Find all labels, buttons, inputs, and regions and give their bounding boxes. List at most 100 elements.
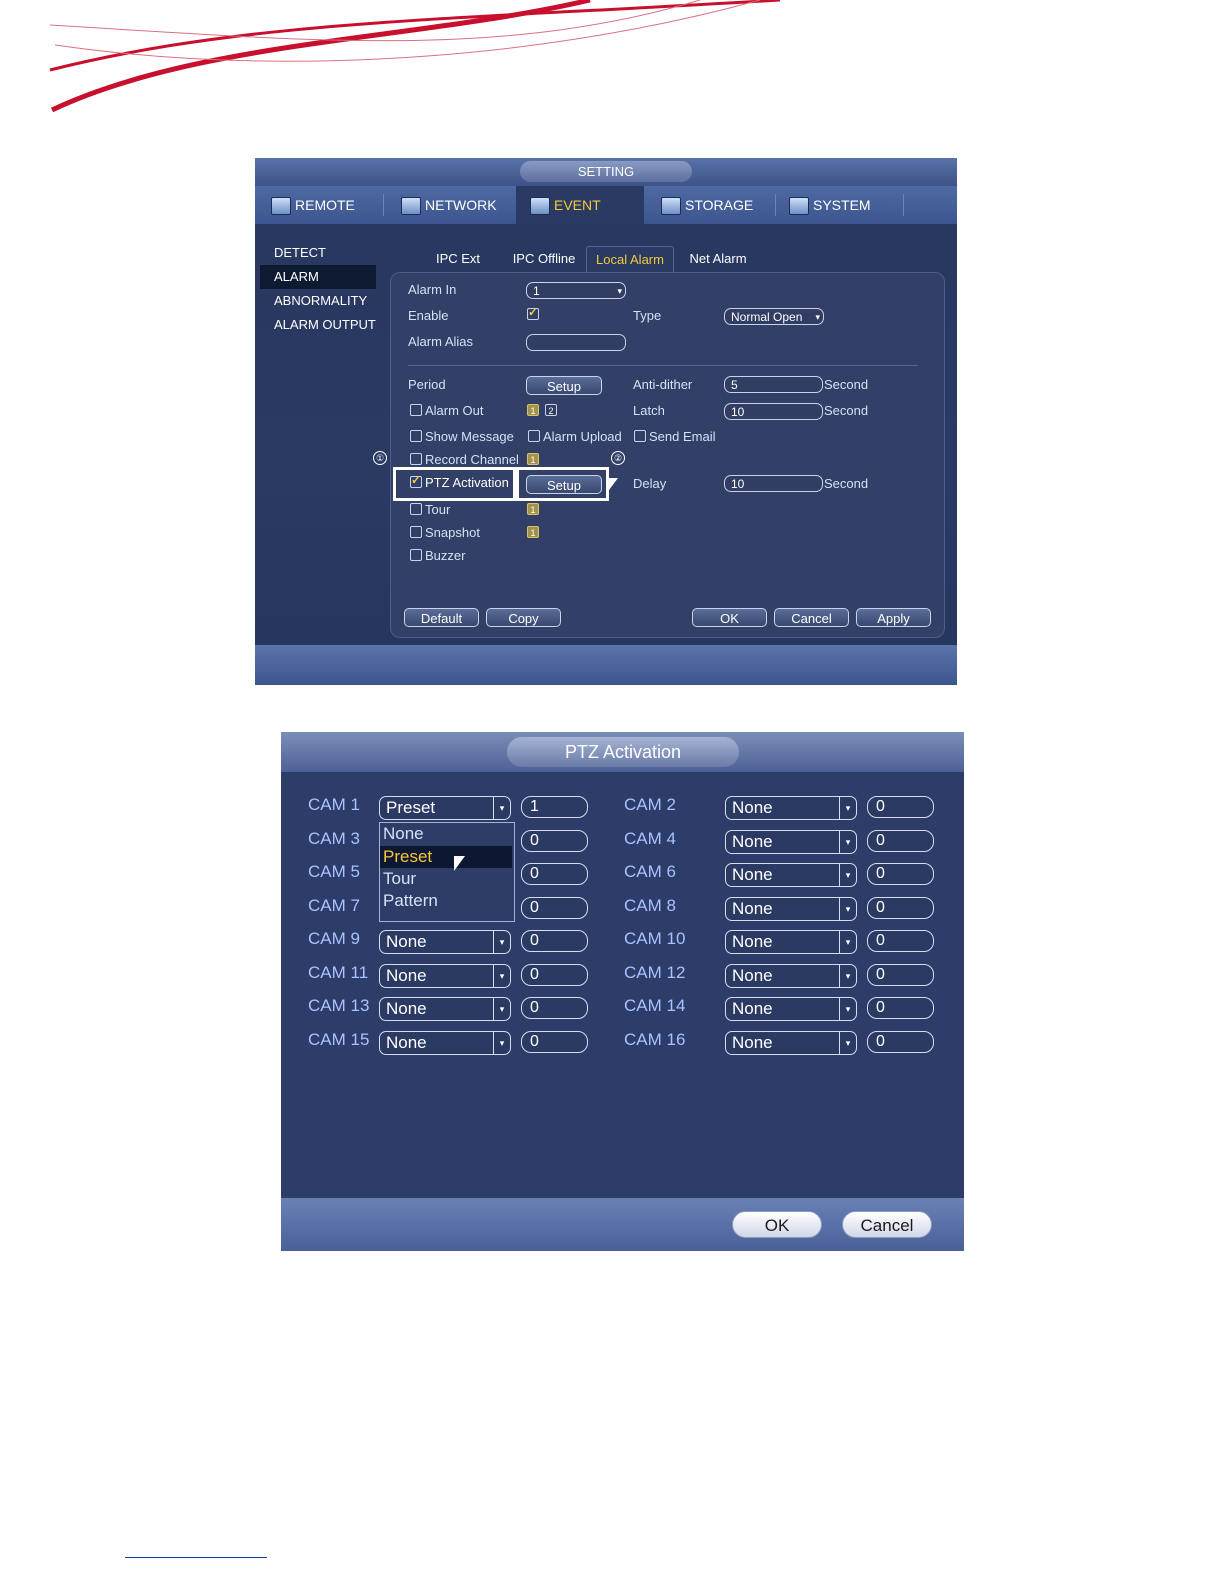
tab-system[interactable]: SYSTEM xyxy=(789,186,901,224)
footer-link-underline xyxy=(125,1557,267,1558)
alarm-upload-checkbox[interactable] xyxy=(528,430,540,442)
alarm-out-channel-2[interactable]: 2 xyxy=(545,404,557,416)
setting-footer xyxy=(255,645,957,685)
snapshot-label: Snapshot xyxy=(425,525,480,540)
network-icon xyxy=(401,197,421,216)
cam-type-select[interactable]: None ▾ xyxy=(379,997,511,1021)
cam-label: CAM 15 xyxy=(308,1029,370,1049)
record-channel-label: Record Channel xyxy=(425,452,519,467)
ptz-activation-window: PTZ Activation CAM 1 Preset ▾ 1 CAM 2 None ▾ 0 C… xyxy=(281,732,964,1251)
period-setup-button[interactable]: Setup xyxy=(526,376,602,395)
tab-divider xyxy=(775,194,776,216)
cam-number-input[interactable]: 0 xyxy=(867,930,934,952)
cam-number-input[interactable]: 0 xyxy=(521,963,588,986)
alarm-out-channel-1[interactable]: 1 xyxy=(527,404,539,416)
sidebar-item-abnormality[interactable]: ABNORMALITY xyxy=(274,293,367,308)
cam-number-input[interactable]: 0 xyxy=(867,829,934,852)
ptz-ok-button[interactable]: OK xyxy=(732,1211,822,1238)
tab-storage[interactable]: STORAGE xyxy=(661,186,773,224)
callout-marker-2: ② xyxy=(611,451,625,465)
alarm-alias-label: Alarm Alias xyxy=(408,334,474,349)
cam-type-value: None xyxy=(732,898,773,918)
cam-type-select[interactable]: None ▾ xyxy=(379,963,511,988)
subtab-ipc-ext[interactable]: IPC Ext xyxy=(427,246,489,272)
cam-label: CAM 9 xyxy=(308,929,360,948)
cam-type-select[interactable]: None ▾ xyxy=(725,963,857,988)
tab-remote[interactable]: REMOTE xyxy=(271,186,381,224)
chevron-down-icon: ▾ xyxy=(493,998,510,1020)
sidebar-item-alarm-output[interactable]: ALARM OUTPUT xyxy=(274,317,376,332)
cam-number-input[interactable]: 1 xyxy=(521,796,588,818)
sidebar-item-alarm[interactable]: ALARM xyxy=(260,265,376,289)
cam-number-input[interactable]: 0 xyxy=(867,863,934,885)
subtab-local-alarm[interactable]: Local Alarm xyxy=(586,246,674,273)
cam-type-value: None xyxy=(732,1032,773,1052)
cam-type-select[interactable]: None ▾ xyxy=(725,796,857,820)
dropdown-option-none[interactable]: None xyxy=(380,823,512,845)
cam-type-select[interactable]: None ▾ xyxy=(725,829,857,854)
snapshot-checkbox[interactable] xyxy=(410,526,422,538)
cam-type-value: None xyxy=(732,965,773,985)
cancel-button[interactable]: Cancel xyxy=(774,608,849,627)
mouse-cursor-icon xyxy=(609,478,618,490)
cam-number-input[interactable]: 0 xyxy=(867,1030,934,1053)
cam-number-input[interactable]: 0 xyxy=(521,863,588,885)
chevron-down-icon: ▾ xyxy=(839,864,856,886)
ptz-cancel-button[interactable]: Cancel xyxy=(842,1211,932,1238)
cam-number-input[interactable]: 0 xyxy=(867,796,934,818)
cam-number-input[interactable]: 0 xyxy=(867,896,934,919)
type-select[interactable]: Normal Open ▾ xyxy=(724,308,824,325)
default-button[interactable]: Default xyxy=(404,608,479,627)
subtab-net-alarm[interactable]: Net Alarm xyxy=(683,246,753,272)
cam-number-input[interactable]: 0 xyxy=(521,997,588,1019)
apply-button[interactable]: Apply xyxy=(856,608,931,627)
cam-type-select[interactable]: None ▾ xyxy=(379,1030,511,1055)
anti-dither-input[interactable]: 5 xyxy=(724,376,823,393)
copy-button[interactable]: Copy xyxy=(486,608,561,627)
tour-channel-1[interactable]: 1 xyxy=(527,503,539,515)
cam-type-select[interactable]: None ▾ xyxy=(379,930,511,954)
dropdown-option-pattern[interactable]: Pattern xyxy=(380,890,512,912)
cam-label: CAM 5 xyxy=(308,862,360,881)
cam-type-select[interactable]: Preset ▾ xyxy=(379,796,511,820)
cam-number-input[interactable]: 0 xyxy=(521,829,588,852)
record-channel-checkbox[interactable] xyxy=(410,453,422,465)
chevron-down-icon: ▾ xyxy=(493,931,510,953)
latch-input[interactable]: 10 xyxy=(724,403,823,420)
dropdown-option-tour[interactable]: Tour xyxy=(380,868,512,890)
chevron-down-icon: ▾ xyxy=(493,797,510,819)
cam-number-input[interactable]: 0 xyxy=(521,930,588,952)
tab-network[interactable]: NETWORK xyxy=(401,186,513,224)
tab-event[interactable]: EVENT xyxy=(516,186,644,224)
show-message-checkbox[interactable] xyxy=(410,430,422,442)
snapshot-channel-1[interactable]: 1 xyxy=(527,526,539,538)
cam-type-select[interactable]: None ▾ xyxy=(725,863,857,887)
tour-checkbox[interactable] xyxy=(410,503,422,515)
cam-number-input[interactable]: 0 xyxy=(521,1030,588,1053)
ptz-activation-checkbox[interactable] xyxy=(410,473,422,488)
record-channel-1[interactable]: 1 xyxy=(527,453,539,465)
cam-type-select[interactable]: None ▾ xyxy=(725,896,857,921)
send-email-checkbox[interactable] xyxy=(634,430,646,442)
ok-button[interactable]: OK xyxy=(692,608,767,627)
cam-number-input[interactable]: 0 xyxy=(521,896,588,919)
tab-label: EVENT xyxy=(554,197,601,213)
buzzer-checkbox[interactable] xyxy=(410,549,422,561)
delay-input[interactable]: 10 xyxy=(724,475,823,492)
ptz-setup-button[interactable]: Setup xyxy=(526,475,602,494)
mouse-cursor-icon xyxy=(454,856,465,871)
dropdown-option-preset[interactable]: Preset xyxy=(380,846,512,868)
alarm-alias-input[interactable] xyxy=(526,334,626,351)
alarm-out-checkbox[interactable] xyxy=(410,404,422,416)
sidebar-item-detect[interactable]: DETECT xyxy=(274,245,326,260)
enable-checkbox[interactable] xyxy=(527,305,539,320)
cam-number-input[interactable]: 0 xyxy=(867,997,934,1019)
alarm-in-select[interactable]: 1 ▾ xyxy=(526,282,626,299)
subtab-ipc-offline[interactable]: IPC Offline xyxy=(507,246,581,272)
cam-type-select[interactable]: None ▾ xyxy=(725,1030,857,1055)
cam-type-select[interactable]: None ▾ xyxy=(725,997,857,1021)
cam-type-select[interactable]: None ▾ xyxy=(725,930,857,954)
cam-number-input[interactable]: 0 xyxy=(867,963,934,986)
remote-icon xyxy=(271,197,291,216)
ptz-type-dropdown-list[interactable]: None Preset Tour Pattern xyxy=(379,822,515,922)
